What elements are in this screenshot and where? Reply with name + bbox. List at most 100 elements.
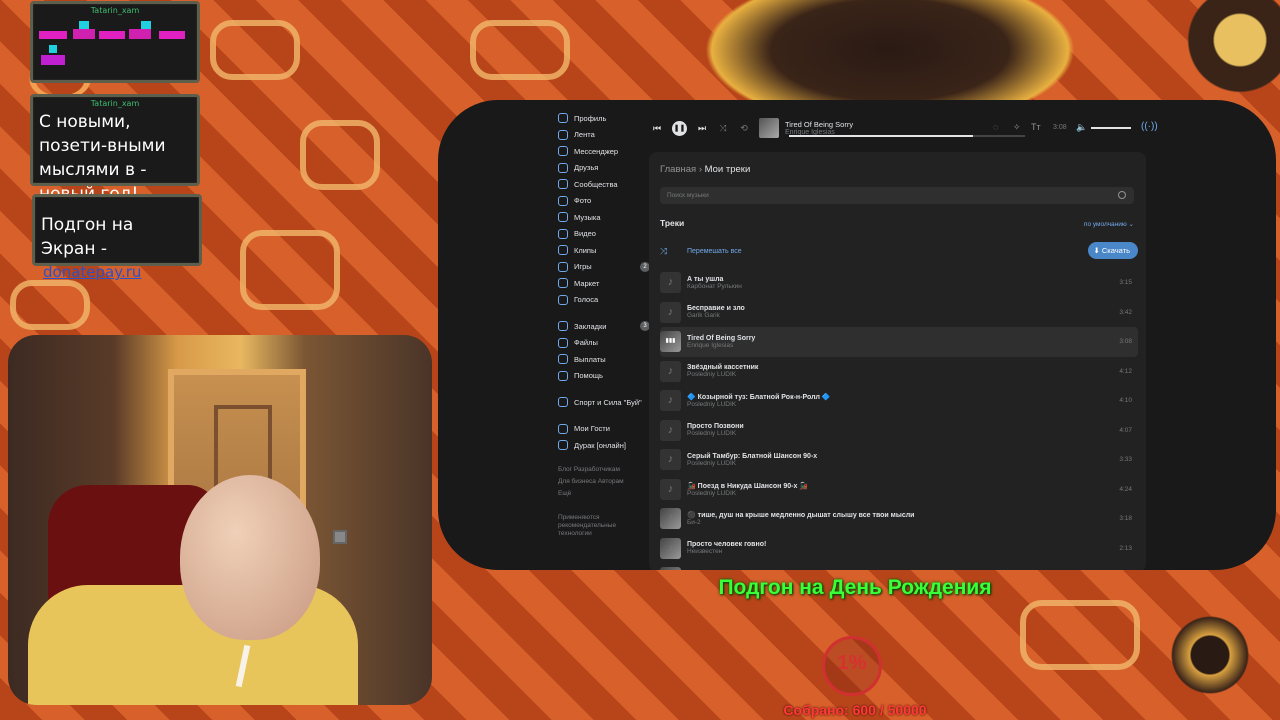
track-row[interactable]: ♪ Бесправие и зло Garik Garik 3:42 bbox=[660, 298, 1138, 328]
track-artist[interactable]: Posledniy LUDIK bbox=[687, 460, 817, 467]
pause-button[interactable]: ❚❚ bbox=[672, 120, 687, 136]
track-title[interactable]: Звёздный кассетник bbox=[687, 364, 758, 371]
track-row[interactable]: ♪ Просто Позвони Posledniy LUDIK 4:07 bbox=[660, 416, 1138, 446]
track-duration: 4:24 bbox=[1119, 485, 1132, 493]
sidebar-item[interactable]: Спорт и Сила "Буй" bbox=[558, 394, 648, 411]
sidebar-item[interactable]: Лента bbox=[558, 127, 648, 144]
music-note-icon[interactable]: ♪ bbox=[660, 478, 681, 500]
shuffle-all-label: Перемешать все bbox=[687, 248, 742, 255]
sidebar-item[interactable]: Музыка bbox=[558, 209, 648, 226]
sidebar-item[interactable]: Игры 2 bbox=[558, 259, 650, 276]
webcam-person-head bbox=[180, 475, 320, 640]
background-record bbox=[1180, 0, 1280, 100]
sidebar-item[interactable]: Сообщества bbox=[558, 176, 648, 193]
track-artist[interactable]: Би-2 bbox=[687, 519, 914, 526]
music-note-icon[interactable]: ♪ bbox=[660, 537, 681, 559]
sidebar-item[interactable]: Маркет bbox=[558, 275, 648, 292]
download-icon: ⬇ bbox=[1093, 246, 1102, 255]
track-title[interactable]: Серый Тамбур: Блатной Шансон 90-х bbox=[687, 453, 817, 460]
music-note-icon[interactable]: ♪ bbox=[660, 508, 681, 530]
track-title[interactable]: А ты ушла bbox=[687, 276, 742, 283]
shuffle-all-button[interactable]: ⤨ Перемешать все bbox=[660, 246, 742, 257]
track-row[interactable]: ▮▮▮ Tired Of Being Sorry Enrique Iglesias 3… bbox=[660, 327, 1138, 357]
track-row[interactable]: ♪ А ты ушла Карбонат Рулькин 3:15 bbox=[660, 268, 1138, 298]
track-row[interactable]: ♪ Звёздный кассетник Posledniy LUDIK 4:12 bbox=[660, 357, 1138, 387]
track-artist[interactable]: Posledniy LUDIK bbox=[687, 371, 758, 378]
light-switch bbox=[333, 530, 347, 544]
footer-link-row[interactable]: Ещё bbox=[558, 488, 648, 500]
sidebar-item[interactable]: Мессенджер bbox=[558, 143, 648, 160]
track-artist[interactable]: Неизвестен bbox=[687, 548, 766, 555]
dislike-icon[interactable]: ◌ bbox=[993, 122, 998, 132]
sidebar-item[interactable]: Выплаты bbox=[558, 351, 648, 368]
track-artist[interactable]: Posledniy LUDIK bbox=[687, 490, 808, 497]
track-row[interactable]: ♪ ⚫ тише, душ на крыше медленно дышат слы… bbox=[660, 504, 1138, 534]
music-note-icon[interactable]: ♪ bbox=[660, 301, 681, 323]
track-info: 🔷 Козырной туз: Блатной Рок-н-Ролл 🔷 Posl… bbox=[687, 393, 831, 408]
sidebar-item-icon bbox=[558, 228, 568, 239]
sidebar-item[interactable]: Фото bbox=[558, 193, 648, 210]
sidebar-item[interactable]: Видео bbox=[558, 226, 648, 243]
background-pattern bbox=[300, 120, 380, 190]
footer-link-row[interactable]: Блог Разработчикам bbox=[558, 464, 648, 476]
sidebar-item-icon bbox=[558, 212, 568, 223]
shuffle-icon[interactable]: ⤨ bbox=[717, 123, 729, 134]
track-info: Бесправие и зло Garik Garik bbox=[687, 305, 745, 319]
sidebar-item[interactable]: Дурак [онлайн] bbox=[558, 437, 648, 454]
sidebar-item[interactable]: Друзья bbox=[558, 160, 648, 177]
track-row[interactable]: ♪ 🔷 Козырной туз: Блатной Рок-н-Ролл 🔷 Pos… bbox=[660, 386, 1138, 416]
now-playing-title[interactable]: Tired Of Being Sorry bbox=[785, 120, 853, 129]
search-icon[interactable] bbox=[1118, 191, 1126, 199]
music-note-icon[interactable]: ♪ bbox=[660, 449, 681, 471]
download-label: Скачать bbox=[1101, 246, 1130, 255]
next-icon[interactable]: ⏭ bbox=[696, 123, 708, 134]
breadcrumb-home[interactable]: Главная bbox=[660, 164, 696, 175]
equalizer-icon[interactable]: ▮▮▮ bbox=[660, 331, 681, 353]
track-title[interactable]: ⚫ тише, душ на крыше медленно дышат слыш… bbox=[687, 511, 914, 519]
track-title[interactable]: 🔷 Козырной туз: Блатной Рок-н-Ролл 🔷 bbox=[687, 393, 831, 401]
download-button[interactable]: ⬇ Скачать bbox=[1087, 242, 1138, 259]
sidebar-item[interactable]: Мои Гости bbox=[558, 421, 648, 438]
lyrics-icon[interactable]: Tт bbox=[1031, 122, 1041, 132]
sidebar-item[interactable]: Помощь bbox=[558, 368, 648, 385]
track-artist[interactable]: Posledniy LUDIK bbox=[687, 401, 831, 408]
repeat-icon[interactable]: ⟲ bbox=[738, 123, 750, 134]
track-artist[interactable]: Posledniy LUDIK bbox=[687, 430, 744, 437]
music-note-icon[interactable]: ♪ bbox=[660, 567, 681, 570]
sidebar-item[interactable]: Закладки 3 bbox=[558, 318, 650, 335]
track-artist[interactable]: Enrique Iglesias bbox=[687, 342, 755, 349]
sidebar: Профиль Лента Мессенджер Друзья Сообщества Фо… bbox=[558, 110, 650, 538]
track-artist[interactable]: Garik Garik bbox=[687, 312, 745, 319]
volume-icon[interactable]: 🔈 bbox=[1076, 122, 1087, 133]
sidebar-item[interactable]: Клипы bbox=[558, 242, 648, 259]
background-pattern bbox=[210, 20, 300, 80]
previous-icon[interactable]: ⏮ bbox=[651, 123, 663, 134]
track-title[interactable]: Просто Позвони bbox=[687, 423, 744, 430]
track-title[interactable]: Просто человек говно! bbox=[687, 541, 766, 548]
track-row[interactable]: ♪ 🚂 Поезд в Никуда Шансон 90-х 🚂 Posledniy… bbox=[660, 475, 1138, 505]
footer-link-row[interactable]: Для бизнеса Авторам bbox=[558, 476, 648, 488]
track-row[interactable]: ♪ Просто человек говно! Неизвестен 2:13 bbox=[660, 534, 1138, 564]
track-row[interactable]: ♪Я не буду ждать тебя [Я не стану ждать … bbox=[660, 563, 1138, 570]
track-title[interactable]: Tired Of Being Sorry bbox=[687, 335, 755, 342]
section-title: Треки bbox=[660, 218, 685, 228]
search-input[interactable]: Поиск музыки bbox=[660, 187, 1134, 204]
sidebar-item[interactable]: Голоса bbox=[558, 292, 648, 309]
sidebar-item[interactable]: Файлы bbox=[558, 335, 648, 352]
music-note-icon[interactable]: ♪ bbox=[660, 390, 681, 412]
music-note-icon[interactable]: ♪ bbox=[660, 272, 681, 294]
sparkle-icon[interactable]: ✧ bbox=[1013, 122, 1021, 133]
sort-dropdown[interactable]: по умолчанию ⌄ bbox=[1084, 220, 1134, 228]
donation-link[interactable]: donatepay.ru bbox=[35, 263, 199, 281]
sidebar-item[interactable]: Профиль bbox=[558, 110, 648, 127]
track-title[interactable]: Бесправие и зло bbox=[687, 305, 745, 312]
footer-note[interactable]: Применяются рекомендательные технологии bbox=[558, 514, 628, 538]
music-note-icon[interactable]: ♪ bbox=[660, 360, 681, 382]
track-row[interactable]: ♪ Серый Тамбур: Блатной Шансон 90-х Posled… bbox=[660, 445, 1138, 475]
track-artist[interactable]: Карбонат Рулькин bbox=[687, 283, 742, 290]
music-note-icon[interactable]: ♪ bbox=[660, 419, 681, 441]
track-title[interactable]: 🚂 Поезд в Никуда Шансон 90-х 🚂 bbox=[687, 482, 808, 490]
broadcast-icon[interactable]: ((·)) bbox=[1141, 121, 1158, 132]
progress-bar[interactable] bbox=[789, 135, 1025, 137]
volume-slider[interactable] bbox=[1091, 127, 1131, 129]
